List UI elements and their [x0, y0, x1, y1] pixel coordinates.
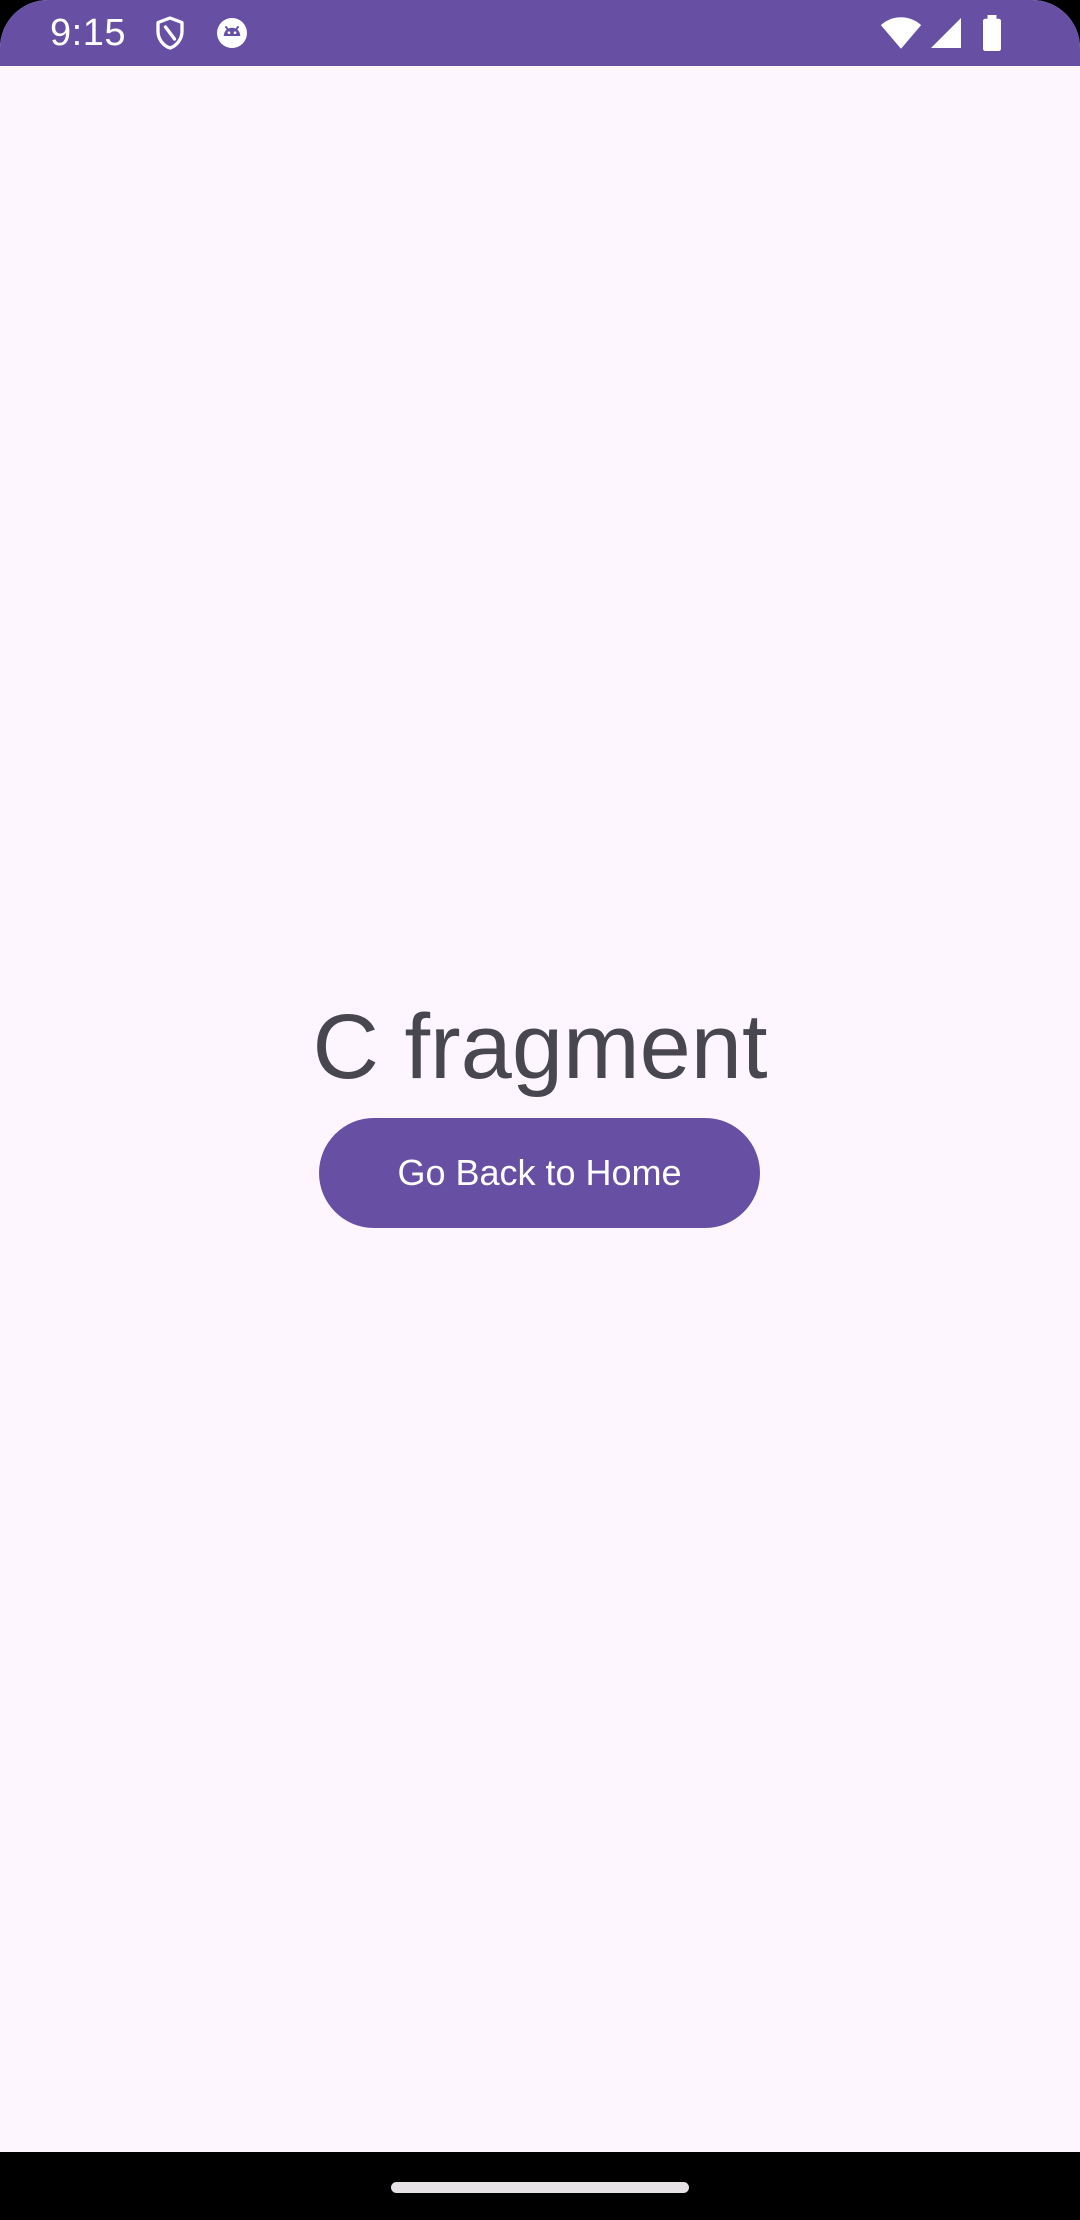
signal-icon	[928, 15, 964, 51]
status-bar: 9:15	[0, 0, 1080, 66]
navigation-bar	[0, 2152, 1080, 2220]
fragment-content: C fragment Go Back to Home	[0, 66, 1080, 2152]
battery-icon	[980, 15, 1004, 51]
wifi-icon	[880, 15, 922, 51]
android-bot-icon	[214, 15, 250, 51]
go-back-home-button[interactable]: Go Back to Home	[319, 1118, 760, 1228]
status-time: 9:15	[50, 12, 126, 54]
shield-icon	[152, 15, 188, 51]
fragment-title: C fragment	[312, 996, 768, 1098]
home-indicator[interactable]	[391, 2182, 689, 2193]
phone-screen: 9:15 C fragment Go Back to Home	[0, 0, 1080, 2220]
